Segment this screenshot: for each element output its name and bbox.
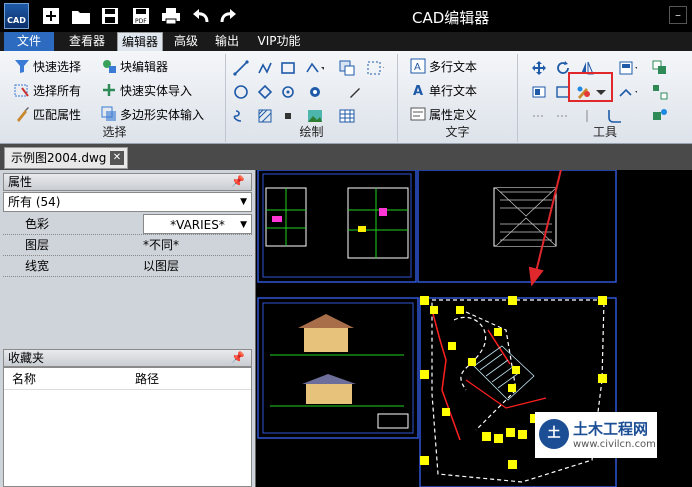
chevron-down-icon: ▼ [240, 220, 247, 230]
document-tab[interactable]: 示例图2004.dwg ✕ [4, 147, 128, 169]
funnel-icon [14, 58, 30, 74]
gear-icon[interactable] [306, 83, 324, 101]
text-group: A 多行文本 A 单行文本 属性定义 文字 [398, 54, 518, 142]
quick-select-button[interactable]: 快速选择 [14, 56, 81, 76]
spline-dropdown-icon[interactable] [306, 59, 324, 77]
region-dropdown-icon[interactable] [366, 59, 384, 77]
polygon-entity-input-button[interactable]: 多边形实体输入 [101, 104, 204, 124]
plus-icon [101, 82, 117, 98]
move-icon[interactable] [530, 59, 548, 77]
open-folder-icon[interactable] [71, 6, 91, 26]
new-icon[interactable] [41, 6, 61, 26]
brush-icon [14, 106, 30, 122]
favorites-header: 收藏夹 📌 [3, 349, 252, 367]
group-icon[interactable] [651, 59, 669, 77]
ungroup-icon[interactable] [651, 83, 669, 101]
select-group-title: 选择 [102, 125, 127, 139]
text-group-title: 文字 [445, 125, 470, 139]
circle-icon[interactable] [232, 83, 250, 101]
quick-entity-import-button[interactable]: 快速实体导入 [101, 80, 192, 100]
polyline-icon[interactable] [256, 59, 274, 77]
document-tab-label: 示例图2004.dwg [11, 151, 107, 165]
multiline-text-icon: A [410, 58, 426, 74]
watermark-logo: 土 [539, 419, 569, 449]
multiline-text-button[interactable]: A 多行文本 [410, 56, 477, 76]
pen-icon[interactable] [346, 83, 364, 101]
chevron-down-icon: ▼ [240, 197, 247, 207]
tools-group-title: 工具 [592, 125, 617, 139]
left-panel: 属性 📌 所有 (54) ▼ 色彩 *VARIES* ▼ 图层 *不同* 线宽 以… [0, 170, 256, 487]
property-row-layer[interactable]: 图层 *不同* [3, 235, 252, 256]
stretch-icon[interactable] [530, 83, 548, 101]
close-icon[interactable]: ✕ [110, 151, 124, 165]
highlight-box [568, 72, 613, 102]
property-row-color[interactable]: 色彩 *VARIES* ▼ [3, 214, 252, 235]
menu-tabs: 文件 查看器 编辑器 高级 输出 VIP功能 [0, 32, 692, 51]
save-icon[interactable] [100, 6, 120, 26]
svg-text:A: A [414, 62, 421, 73]
tab-viewer[interactable]: 查看器 [63, 32, 111, 51]
save-as-pdf-icon[interactable]: PDF [131, 6, 151, 26]
block-editor-icon [101, 58, 117, 74]
undo-icon[interactable] [191, 6, 211, 26]
pin-icon[interactable]: 📌 [231, 350, 245, 366]
tab-file[interactable]: 文件 [4, 32, 54, 51]
selection-dropdown[interactable]: 所有 (54) ▼ [3, 192, 252, 212]
select-all-icon [14, 82, 30, 98]
watermark-name: 土木工程网 [573, 420, 649, 438]
app-logo: CAD [4, 3, 29, 29]
tab-vip[interactable]: VIP功能 [251, 32, 307, 51]
document-tab-strip: 示例图2004.dwg ✕ [0, 144, 692, 170]
watermark-url: www.civilcn.com [573, 439, 656, 450]
column-path[interactable]: 路径 [135, 368, 159, 390]
arc-icon[interactable] [279, 83, 297, 101]
insert-block-icon[interactable] [338, 59, 356, 77]
single-line-text-button[interactable]: A 单行文本 [410, 80, 477, 100]
layer-dropdown-icon[interactable] [619, 83, 637, 101]
attribute-definition-icon [410, 106, 426, 122]
minimize-icon[interactable]: – [669, 6, 687, 24]
color-value-dropdown[interactable]: *VARIES* ▼ [143, 214, 252, 234]
tab-output[interactable]: 输出 [210, 32, 244, 51]
color-dropdown-icon[interactable] [619, 59, 637, 77]
select-all-button[interactable]: 选择所有 [14, 80, 81, 100]
polygon-entity-icon [101, 106, 117, 122]
svg-text:A: A [413, 84, 423, 98]
match-properties-button[interactable]: 匹配属性 [14, 104, 81, 124]
redo-icon[interactable] [218, 6, 238, 26]
draw-group: 绘制 [226, 54, 398, 142]
watermark: 土 土木工程网 www.civilcn.com [535, 412, 657, 458]
attribute-definition-button[interactable]: 属性定义 [410, 104, 477, 124]
line-icon[interactable] [232, 59, 250, 77]
title-bar: CAD PDF CAD编辑器 – [0, 0, 692, 32]
properties-header: 属性 📌 [3, 173, 252, 191]
window-title: CAD编辑器 [412, 9, 490, 27]
single-line-text-icon: A [410, 82, 426, 98]
svg-text:PDF: PDF [135, 18, 147, 25]
tab-advanced[interactable]: 高级 [169, 32, 203, 51]
properties-table: 色彩 *VARIES* ▼ 图层 *不同* 线宽 以图层 [3, 214, 252, 277]
draw-group-title: 绘制 [299, 125, 324, 139]
pin-icon[interactable]: 📌 [231, 174, 245, 190]
rectangle-icon[interactable] [279, 59, 297, 77]
favorites-columns: 名称 路径 [4, 368, 251, 390]
column-name[interactable]: 名称 [12, 368, 36, 390]
tab-editor[interactable]: 编辑器 [117, 32, 163, 51]
select-group: 快速选择 选择所有 匹配属性 块编辑器 快速实体导入 多边形实体输入 选择 [4, 54, 226, 142]
favorites-list[interactable]: 名称 路径 [3, 367, 252, 487]
ellipse-icon[interactable] [256, 83, 274, 101]
property-row-linewidth[interactable]: 线宽 以图层 [3, 256, 252, 277]
block-editor-button[interactable]: 块编辑器 [101, 56, 168, 76]
print-icon[interactable] [161, 6, 181, 26]
